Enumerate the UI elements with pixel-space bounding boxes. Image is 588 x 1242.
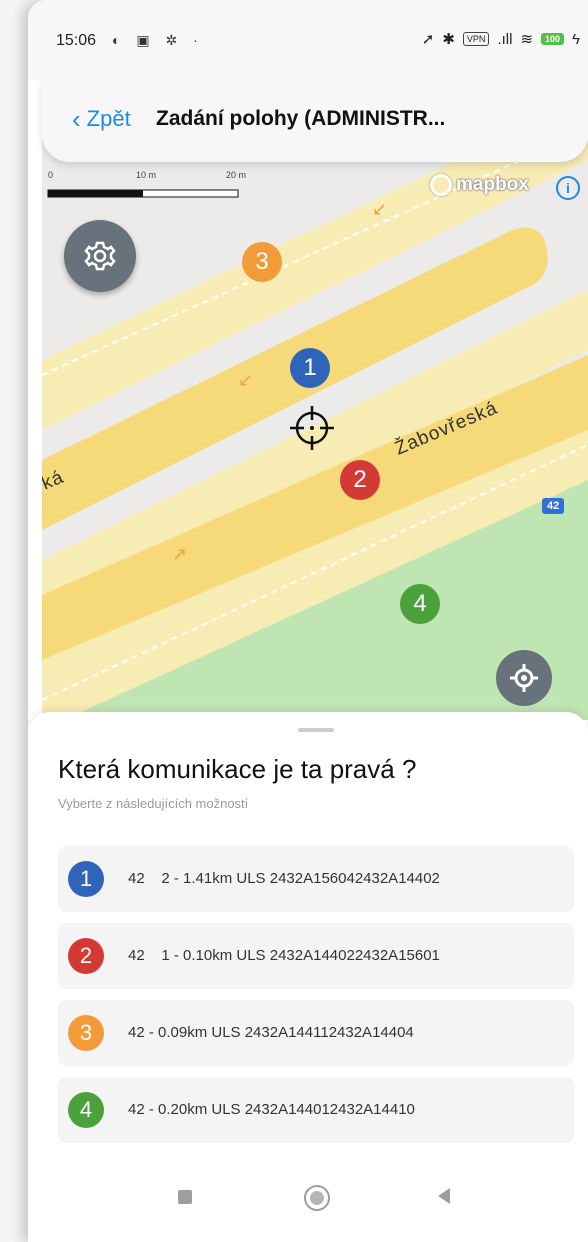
settings-button[interactable] <box>64 220 136 292</box>
page-title: Zadání polohy (ADMINISTR... <box>156 107 446 130</box>
system-nav-bar <box>28 1180 588 1230</box>
home-icon[interactable] <box>304 1185 330 1211</box>
svg-text:↙: ↙ <box>372 199 387 220</box>
recents-icon[interactable] <box>178 1190 192 1204</box>
back-button[interactable]: ‹ Zpět <box>72 106 131 132</box>
option-item-2[interactable]: 2 42 1 - 0.10km ULS 2432A144022432A15601 <box>58 923 574 989</box>
option-item-1[interactable]: 1 42 2 - 1.41km ULS 2432A156042432A14402 <box>58 846 574 912</box>
sheet-question: Která komunikace je ta pravá ? <box>58 754 417 784</box>
vpn-badge: VPN <box>462 32 490 46</box>
battery-icon: 100 <box>541 33 565 45</box>
scale-label-10m: 10 m <box>136 170 157 180</box>
map-marker-2[interactable]: 2 <box>340 460 380 500</box>
chevron-left-icon: ‹ <box>72 104 81 134</box>
option-badge-4: 4 <box>68 1092 104 1128</box>
map-view[interactable]: ↙ ↙ ↗ 0 10 m 20 m mapbox i 3 1 2 4 Žabov… <box>42 140 588 720</box>
wifi-icon: ≋ <box>520 31 534 48</box>
map-marker-4[interactable]: 4 <box>400 584 440 624</box>
location-arrow-icon: ➚ <box>421 31 435 48</box>
back-label: Zpět <box>86 106 131 131</box>
info-icon[interactable]: i <box>556 176 580 200</box>
notification-icons: ◐ ▣ ✲ · <box>112 32 204 48</box>
option-text-4: 42 - 0.20km ULS 2432A144012432A14410 <box>128 1101 415 1118</box>
map-marker-3[interactable]: 3 <box>242 242 282 282</box>
phone-screen: 15:06 ◐ ▣ ✲ · ➚ ✱ VPN .ıll ≋ 100 ϟ ↙ ↙ ↗… <box>28 0 588 1242</box>
option-item-3[interactable]: 3 42 - 0.09km ULS 2432A144112432A14404 <box>58 1000 574 1066</box>
svg-text:↗: ↗ <box>172 544 187 565</box>
option-badge-2: 2 <box>68 938 104 974</box>
svg-text:↙: ↙ <box>238 370 253 391</box>
status-time: 15:06 <box>56 32 97 49</box>
my-location-button[interactable] <box>496 650 552 706</box>
bottom-sheet: Která komunikace je ta pravá ? Vyberte z… <box>28 712 588 1242</box>
mapbox-logo-text: mapbox <box>456 174 529 195</box>
charging-icon: ϟ <box>572 30 580 48</box>
option-text-1: 42 2 - 1.41km ULS 2432A156042432A14402 <box>128 870 440 887</box>
option-badge-3: 3 <box>68 1015 104 1051</box>
mapbox-logo-icon <box>430 174 452 196</box>
scale-label-20m: 20 m <box>226 170 247 180</box>
bluetooth-icon: ✱ <box>442 31 455 48</box>
sheet-subtitle: Vyberte z následujících možností <box>58 796 249 811</box>
signal-icon: .ıll <box>497 30 513 48</box>
status-right-icons: ➚ ✱ VPN .ıll ≋ 100 ϟ <box>421 30 580 49</box>
option-text-3: 42 - 0.09km ULS 2432A144112432A14404 <box>128 1024 414 1041</box>
scale-label-0: 0 <box>48 170 54 180</box>
gear-icon <box>84 241 116 271</box>
crosshair-location-icon <box>510 664 538 692</box>
option-text-2: 42 1 - 0.10km ULS 2432A144022432A15601 <box>128 947 440 964</box>
map-marker-1[interactable]: 1 <box>290 348 330 388</box>
sheet-drag-handle[interactable] <box>298 728 334 732</box>
options-list: 1 42 2 - 1.41km ULS 2432A156042432A14402… <box>58 846 574 1154</box>
status-bar: 15:06 ◐ ▣ ✲ · ➚ ✱ VPN .ıll ≋ 100 ϟ <box>28 0 588 80</box>
route-shield: 42 <box>542 498 565 514</box>
option-item-4[interactable]: 4 42 - 0.20km ULS 2432A144012432A14410 <box>58 1077 574 1143</box>
app-header: ‹ Zpět Zadání polohy (ADMINISTR... <box>42 80 588 162</box>
back-triangle-icon[interactable] <box>438 1188 450 1204</box>
option-badge-1: 1 <box>68 861 104 897</box>
mapbox-logo: mapbox <box>430 174 529 196</box>
